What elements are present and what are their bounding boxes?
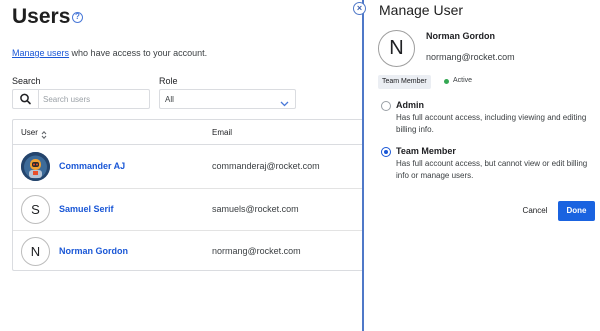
- option-team-member-description: Has full account access, but cannot view…: [396, 159, 588, 180]
- radio-team-member[interactable]: [381, 147, 391, 157]
- user-name-link[interactable]: Norman Gordon: [59, 246, 128, 256]
- cancel-button[interactable]: Cancel: [516, 203, 554, 219]
- radio-admin[interactable]: [381, 101, 391, 111]
- page-title: Users: [12, 5, 71, 28]
- done-button[interactable]: Done: [558, 201, 595, 221]
- table-row[interactable]: Commander AJ commanderaj@rocket.com: [13, 146, 367, 188]
- option-admin-label[interactable]: Admin: [396, 100, 424, 110]
- users-table: User Email Commander AJ commanderaj@rock…: [12, 119, 367, 271]
- manage-users-link[interactable]: Manage users: [12, 48, 69, 58]
- users-page: Users ? Manage users who have access to …: [0, 0, 367, 331]
- user-email: commanderaj@rocket.com: [212, 161, 320, 171]
- search-input[interactable]: [43, 91, 147, 107]
- manage-user-drawer: Manage User N Norman Gordon normang@rock…: [362, 0, 600, 331]
- user-email: samuels@rocket.com: [212, 204, 299, 214]
- user-name-link[interactable]: Samuel Serif: [59, 204, 114, 214]
- sort-icon[interactable]: [41, 127, 47, 145]
- avatar: [21, 152, 50, 181]
- subtitle-text: who have access to your account.: [69, 48, 208, 58]
- option-admin-description: Has full account access, including viewi…: [396, 113, 587, 134]
- status-dot-icon: [444, 79, 449, 84]
- help-icon[interactable]: ?: [72, 12, 83, 23]
- user-name-link[interactable]: Commander AJ: [59, 161, 125, 171]
- drawer-user-email: normang@rocket.com: [426, 52, 515, 62]
- search-icon[interactable]: [13, 90, 39, 108]
- table-header: User Email: [13, 120, 367, 145]
- role-select[interactable]: All: [159, 89, 296, 109]
- close-drawer-button[interactable]: ×: [353, 2, 366, 15]
- page-subtitle: Manage users who have access to your acc…: [12, 48, 207, 58]
- avatar: N: [378, 30, 415, 67]
- table-row[interactable]: N Norman Gordon normang@rocket.com: [13, 230, 367, 270]
- user-email: normang@rocket.com: [212, 246, 301, 256]
- avatar: S: [21, 195, 50, 224]
- avatar: N: [21, 237, 50, 266]
- drawer-title: Manage User: [379, 2, 464, 18]
- column-header-email: Email: [212, 128, 233, 137]
- status-text: Active: [453, 77, 473, 84]
- option-team-member-label[interactable]: Team Member: [396, 146, 456, 156]
- search-field[interactable]: [12, 89, 150, 109]
- table-row[interactable]: S Samuel Serif samuels@rocket.com: [13, 188, 367, 230]
- role-label: Role: [159, 76, 178, 86]
- search-label: Search: [12, 76, 41, 86]
- column-header-user[interactable]: User: [21, 128, 38, 137]
- role-badge: Team Member: [378, 75, 431, 89]
- role-select-value: All: [165, 95, 174, 104]
- chevron-down-icon: [280, 95, 289, 113]
- drawer-user-name: Norman Gordon: [426, 31, 495, 41]
